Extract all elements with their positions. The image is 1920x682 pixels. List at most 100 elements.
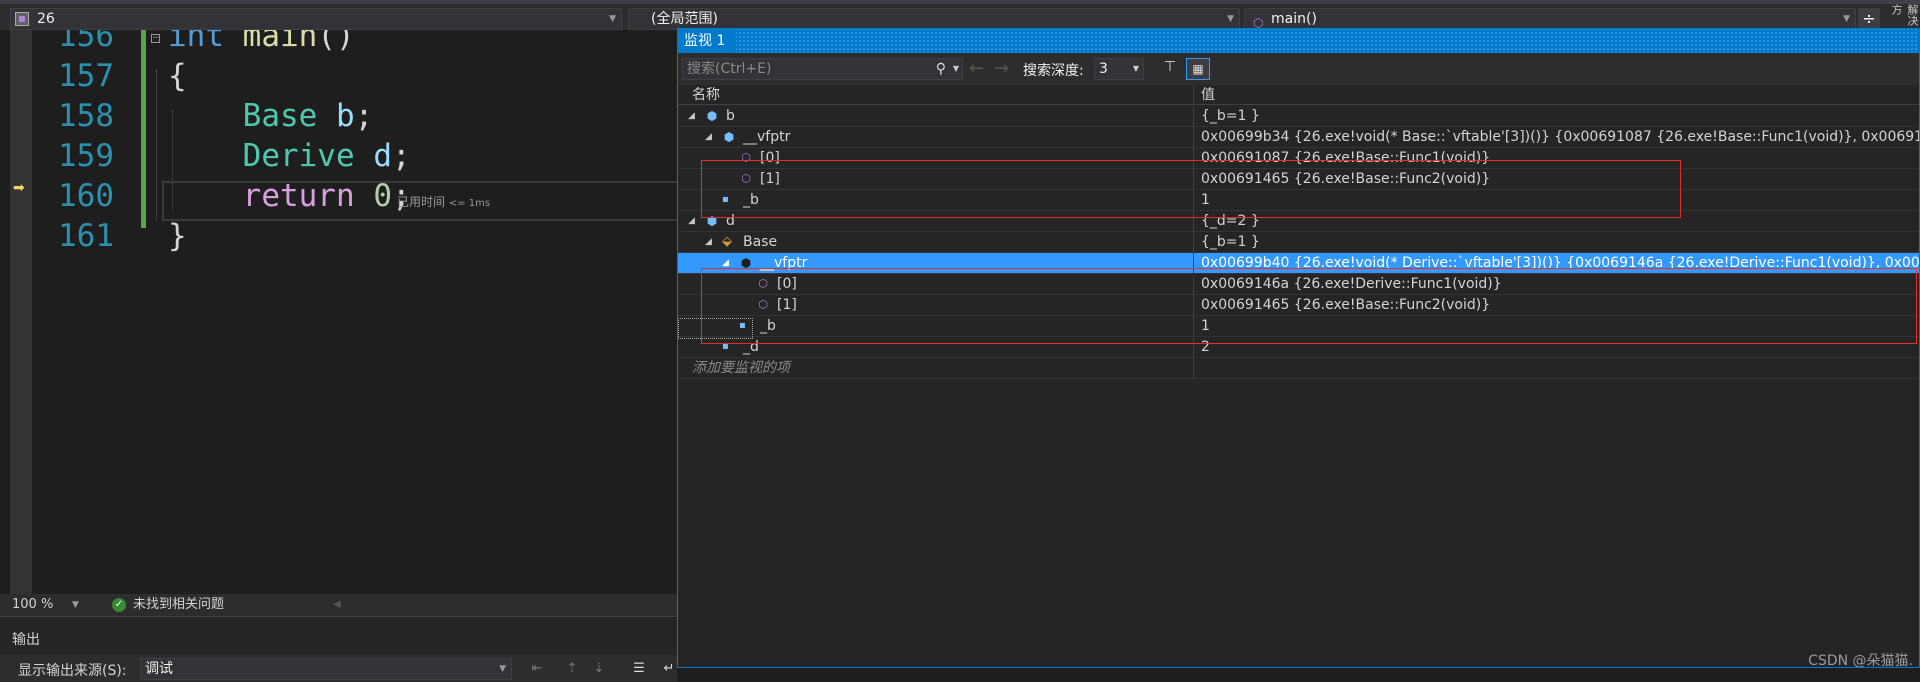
code-line[interactable]: 157 { xyxy=(0,56,677,97)
pin-icon[interactable]: ⊤ xyxy=(1159,59,1181,79)
drag-grip xyxy=(736,29,1917,53)
scope-dropdown-value: (全局范围) xyxy=(651,11,718,27)
line-number: 158 xyxy=(58,98,114,134)
watch-name-cell[interactable]: ◢ ⬢ __vfptr xyxy=(678,127,1193,147)
search-depth-dropdown[interactable]: 3 ▼ xyxy=(1094,58,1144,80)
code-token: ; xyxy=(354,98,374,134)
project-icon xyxy=(15,12,29,26)
perf-tip-duration: <= 1ms xyxy=(448,198,491,209)
code-text: return 0; xyxy=(168,176,411,217)
chevron-down-icon: ▼ xyxy=(1132,64,1139,73)
base-class-icon: ⬙ xyxy=(722,234,732,249)
code-text: Derive d; xyxy=(168,136,411,177)
code-line[interactable]: 159 Derive d; xyxy=(0,136,677,177)
output-source-dropdown[interactable]: 调试 ▼ xyxy=(140,658,512,680)
watch-window: 监视 1 搜索(Ctrl+E) ⚲ ▼ ← → 搜索深度: 3 ▼ ⊤ ▦ 名称… xyxy=(677,28,1920,668)
search-depth-label: 搜索深度: xyxy=(1023,63,1084,79)
chevron-down-icon[interactable]: ▼ xyxy=(72,594,79,616)
add-watch-row[interactable]: 添加要监视的项 xyxy=(678,358,1919,379)
search-back-icon[interactable]: ← xyxy=(969,58,984,79)
annotation-box-base-vfptr xyxy=(701,160,1681,218)
column-divider xyxy=(1193,106,1194,126)
watch-value[interactable]: 0x00699b34 {26.exe!void(* Base::`vftable… xyxy=(1201,127,1919,147)
line-number: 157 xyxy=(58,58,114,94)
code-token: d xyxy=(373,138,392,174)
annotation-box-derive-vfptr xyxy=(701,268,1917,344)
chevron-down-icon[interactable]: ▼ xyxy=(953,59,959,79)
watch-value[interactable]: {_b=1 } xyxy=(1201,232,1919,252)
member-dropdown-value: main() xyxy=(1271,11,1317,27)
member-dropdown[interactable]: ⬡ main() ▼ xyxy=(1244,8,1856,30)
chevron-down-icon: ▼ xyxy=(609,14,616,24)
code-line[interactable]: 156 int main() xyxy=(0,30,677,57)
perf-tip-label: 已用时间 xyxy=(397,195,446,209)
watch-search-input[interactable]: 搜索(Ctrl+E) ⚲ ▼ xyxy=(682,58,963,80)
watch-name: b xyxy=(726,108,735,124)
check-icon: ✓ xyxy=(112,598,126,612)
expand-toggle-icon[interactable]: ◢ xyxy=(688,106,695,126)
column-header-value[interactable]: 值 xyxy=(1201,85,1215,105)
watch-row[interactable]: ◢ ⬢ b {_b=1 } xyxy=(678,106,1919,127)
watch-title-bar[interactable]: 监视 1 xyxy=(678,29,1919,53)
watermark: CSDN @朵猫猫. xyxy=(1808,653,1913,668)
add-watch-placeholder[interactable]: 添加要监视的项 xyxy=(692,358,790,378)
object-icon: ⬢ xyxy=(723,130,735,144)
expand-toggle-icon[interactable]: ◢ xyxy=(705,232,712,252)
code-token: Base xyxy=(242,98,318,134)
column-divider xyxy=(1193,358,1194,378)
output-pane: 输出 显示输出来源(S): 调试 ▼ ⇤ ⇡ ⇣ ☰ ↵ xyxy=(0,616,677,682)
line-number: 160 xyxy=(58,178,114,214)
code-line[interactable]: 158 Base b; xyxy=(0,96,677,137)
scroll-left-icon[interactable]: ◀ xyxy=(333,594,341,616)
code-token: return xyxy=(242,178,355,214)
view-as-grid-icon[interactable]: ▦ xyxy=(1186,58,1210,80)
search-icon[interactable]: ⚲ xyxy=(936,59,946,79)
scope-dropdown[interactable]: (全局范围) ▼ xyxy=(628,8,1240,30)
object-icon: ⬢ xyxy=(706,109,718,123)
expand-toggle-icon[interactable]: ◢ xyxy=(688,211,695,231)
next-message-icon[interactable]: ⇣ xyxy=(590,661,608,677)
search-placeholder: 搜索(Ctrl+E) xyxy=(687,61,772,77)
code-text: } xyxy=(168,216,187,257)
watch-value[interactable]: {_b=1 } xyxy=(1201,106,1919,126)
code-token: int xyxy=(168,30,224,54)
search-forward-icon[interactable]: → xyxy=(994,58,1009,79)
word-wrap-icon[interactable]: ↵ xyxy=(660,661,678,677)
code-editor[interactable]: ➡ − 156 int main() 157{158 Base b; 159 Deri… xyxy=(0,30,677,594)
watch-row[interactable]: ◢ ⬙ Base {_b=1 } xyxy=(678,232,1919,253)
code-line[interactable]: 160 return 0; xyxy=(0,176,677,217)
code-line[interactable]: 161} xyxy=(0,216,677,257)
previous-message-icon[interactable]: ⇡ xyxy=(563,661,581,677)
chevron-down-icon: ▼ xyxy=(1843,14,1850,24)
issues-status[interactable]: 未找到相关问题 xyxy=(133,594,224,616)
column-header-name[interactable]: 名称 xyxy=(692,85,720,105)
focus-outline xyxy=(678,318,753,339)
clear-all-icon[interactable]: ☰ xyxy=(630,661,648,677)
chevron-down-icon: ▼ xyxy=(1227,14,1234,24)
watch-row[interactable]: ◢ ⬢ __vfptr 0x00699b34 {26.exe!void(* Base:… xyxy=(678,127,1919,148)
column-divider[interactable] xyxy=(1193,85,1194,105)
split-editor-button[interactable]: ÷ xyxy=(1858,8,1880,30)
perf-tip[interactable]: 已用时间 <= 1ms xyxy=(397,193,490,210)
code-token: Derive xyxy=(242,138,355,174)
expand-toggle-icon[interactable]: ◢ xyxy=(705,127,712,147)
line-number: 161 xyxy=(58,218,114,254)
watch-name-cell[interactable]: ◢ ⬢ b xyxy=(678,106,1193,126)
code-token: } xyxy=(168,218,187,254)
zoom-level[interactable]: 100 % xyxy=(12,594,53,616)
search-depth-value: 3 xyxy=(1099,61,1108,77)
column-divider xyxy=(1193,232,1194,252)
watch-footer: CSDN @朵猫猫. xyxy=(678,653,1919,668)
code-token: ; xyxy=(391,138,411,174)
watch-name-cell[interactable]: ◢ ⬙ Base xyxy=(678,232,1193,252)
output-title: 输出 xyxy=(12,632,40,648)
go-to-location-icon[interactable]: ⇤ xyxy=(528,661,546,677)
output-source-label: 显示输出来源(S): xyxy=(18,663,127,679)
project-dropdown[interactable]: 26 ▼ xyxy=(10,8,622,30)
watch-column-header: 名称 值 xyxy=(678,85,1919,105)
